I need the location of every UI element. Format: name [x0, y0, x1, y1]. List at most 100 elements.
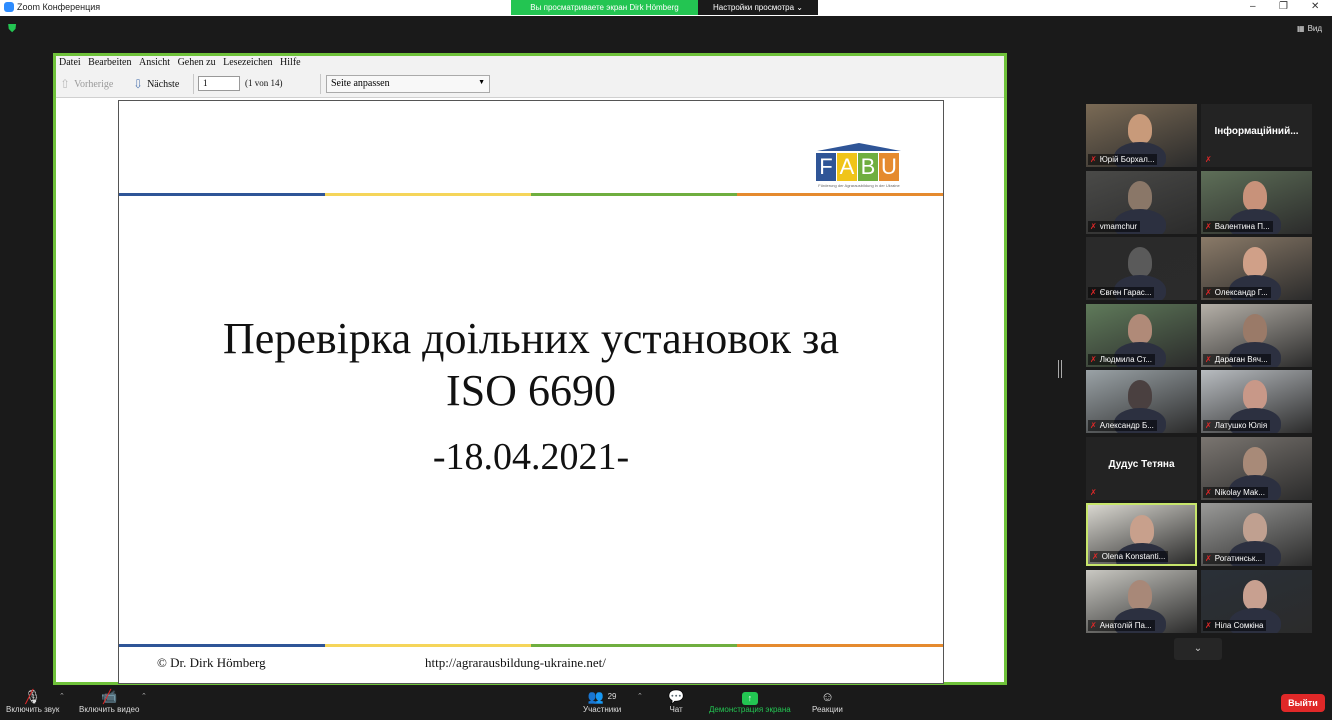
- menu-ansicht[interactable]: Ansicht: [139, 57, 170, 68]
- participant-tile[interactable]: ✗ Олександр Г...: [1201, 237, 1312, 300]
- zoom-select-value: Seite anpassen: [331, 78, 390, 89]
- participant-tile[interactable]: ✗ Nikolay Mak...: [1201, 436, 1312, 500]
- participant-tile[interactable]: ✗ Юрій Борхал...: [1086, 104, 1197, 167]
- maximize-button[interactable]: ❐: [1279, 1, 1288, 12]
- participant-name: Дудус Тетяна: [1108, 458, 1175, 470]
- participant-name: Валентина П...: [1214, 221, 1270, 231]
- participant-face: [1243, 247, 1267, 277]
- menu-gehen-zu[interactable]: Gehen zu: [178, 57, 216, 68]
- participant-name-tag: ✗ vmamchur: [1088, 220, 1141, 232]
- start-video-button[interactable]: 📹 ╱ Включить видео: [79, 688, 139, 714]
- video-options-caret-icon[interactable]: ⌃: [141, 692, 147, 700]
- participant-name: Юрій Борхал...: [1099, 155, 1155, 164]
- participant-face: [1243, 579, 1267, 610]
- participant-face: [1128, 180, 1152, 211]
- view-options-button[interactable]: Настройки просмотра ⌄: [698, 0, 818, 15]
- participant-tile[interactable]: ✗ Валентина П...: [1201, 170, 1312, 234]
- participants-button[interactable]: 👥 29 Участники: [583, 688, 621, 714]
- participant-name: Nikolay Mak...: [1214, 487, 1265, 497]
- mic-muted-icon: ✗: [1090, 221, 1097, 231]
- mic-muted-icon: ✗: [1090, 421, 1097, 430]
- window-title: Zoom Конференция: [17, 2, 101, 12]
- participant-tile[interactable]: Інформаційний... ✗: [1201, 104, 1312, 167]
- toolbar-divider: [320, 74, 321, 94]
- stripe-segment: [737, 193, 943, 196]
- participant-name: Людмила Ст...: [1099, 354, 1152, 364]
- view-button-label: Вид: [1307, 24, 1323, 33]
- arrow-down-icon: ⇩: [133, 77, 144, 91]
- participant-face: [1128, 313, 1152, 344]
- menu-bearbeiten[interactable]: Bearbeiten: [88, 57, 131, 68]
- participant-name: Дараган Вяч...: [1214, 354, 1268, 364]
- mic-muted-icon: ✗: [1205, 620, 1212, 630]
- view-button[interactable]: ▦ Вид: [1297, 24, 1322, 33]
- menu-lesezeichen[interactable]: Lesezeichen: [223, 57, 272, 68]
- page-number-input[interactable]: 1: [198, 76, 240, 91]
- leave-button[interactable]: Выйти: [1281, 694, 1325, 712]
- stripe-segment: [325, 193, 531, 196]
- participant-tile[interactable]: ✗ Olena Konstanti...: [1086, 503, 1197, 566]
- participant-name: Рогатинськ...: [1214, 554, 1263, 563]
- logo-letter: A: [837, 153, 857, 181]
- stripe-segment: [531, 193, 737, 196]
- meeting-controls: 🎙 ╱ Включить звук ⌃ 📹 ╱ Включить видео ⌃ 👥…: [0, 686, 1332, 720]
- share-screen-button[interactable]: ↑ Демонстрация экрана: [709, 688, 791, 714]
- zoom-select[interactable]: Seite anpassen ▼: [326, 75, 490, 93]
- menu-datei[interactable]: Datei: [59, 57, 81, 68]
- participants-label: Участники: [583, 705, 622, 714]
- participant-name: Олександр Г...: [1214, 288, 1268, 297]
- participant-face: [1128, 579, 1152, 610]
- shield-icon[interactable]: ⛊: [8, 23, 20, 35]
- arrow-up-icon: ⇧: [60, 77, 71, 91]
- participant-name-tag: ✗ Olena Konstanti...: [1090, 551, 1169, 562]
- participant-tile[interactable]: ✗ Рогатинськ...: [1201, 503, 1312, 566]
- sharing-banner: Вы просматриваете экран Dirk Hömberg: [511, 0, 698, 15]
- participant-tile[interactable]: ✗ Ніла Сомкіна: [1201, 569, 1312, 633]
- menu-hilfe[interactable]: Hilfe: [280, 57, 301, 68]
- logo-letter: F: [816, 153, 836, 181]
- participant-tile[interactable]: ✗ Євген Гарас...: [1086, 237, 1197, 300]
- mic-muted-icon: ✗: [1205, 487, 1212, 497]
- participant-name-tag: ✗ Олександр Г...: [1203, 287, 1271, 298]
- participant-tile[interactable]: ✗ Дараган Вяч...: [1201, 303, 1312, 367]
- participant-tile[interactable]: ✗ Латушко Юлія: [1201, 370, 1312, 433]
- close-button[interactable]: ✕: [1311, 1, 1319, 12]
- participant-face: [1243, 313, 1267, 344]
- previous-page-button[interactable]: ⇧ Vorherige: [60, 77, 113, 92]
- participant-name: Латушко Юлія: [1214, 421, 1268, 430]
- mic-muted-icon: ✗: [1205, 155, 1212, 164]
- splitter-handle[interactable]: [1058, 360, 1062, 378]
- viewer-menubar: Datei Bearbeiten Ansicht Gehen zu Leseze…: [56, 56, 1004, 70]
- participant-name: vmamchur: [1099, 221, 1138, 231]
- slide-title: Перевірка доільних установок за ISO 6690: [119, 313, 943, 417]
- participant-name-tag: ✗ Латушко Юлія: [1203, 420, 1271, 431]
- mic-muted-icon: ✗: [1205, 221, 1212, 231]
- unmute-button[interactable]: 🎙 ╱ Включить звук: [6, 688, 59, 714]
- participant-face: [1243, 380, 1267, 410]
- mic-muted-icon: ✗: [1205, 354, 1212, 364]
- next-page-button[interactable]: ⇩ Nächste: [133, 77, 179, 92]
- participant-tile[interactable]: ✗ Анатолій Па...: [1086, 569, 1197, 633]
- reactions-icon: ☺: [820, 689, 835, 704]
- participant-tile[interactable]: Дудус Тетяна ✗: [1086, 436, 1197, 500]
- chevron-down-icon: ⌄: [1193, 643, 1203, 654]
- participant-tile[interactable]: ✗ Александр Б...: [1086, 370, 1197, 433]
- mic-muted-icon: ✗: [1090, 487, 1097, 497]
- participant-face: [1243, 446, 1267, 477]
- participant-tile[interactable]: ✗ Людмила Ст...: [1086, 303, 1197, 367]
- minimize-button[interactable]: –: [1250, 1, 1256, 12]
- reactions-button[interactable]: ☺ Реакции: [812, 688, 843, 714]
- participant-name-tag: ✗ Ніла Сомкіна: [1203, 619, 1267, 631]
- dropdown-caret-icon: ▼: [478, 78, 485, 86]
- toolbar-divider: [193, 74, 194, 94]
- slide-copyright: © Dr. Dirk Hömberg: [157, 655, 266, 670]
- participant-tile[interactable]: ✗ vmamchur: [1086, 170, 1197, 234]
- slide-title-line2: ISO 6690: [446, 366, 616, 415]
- audio-options-caret-icon[interactable]: ⌃: [59, 692, 65, 700]
- participants-options-caret-icon[interactable]: ⌃: [637, 692, 643, 700]
- participants-count: 29: [607, 692, 617, 701]
- chat-button[interactable]: 💬 Чат: [668, 688, 684, 714]
- share-screen-label: Демонстрация экрана: [709, 705, 791, 714]
- gallery-next-button[interactable]: ⌄: [1174, 638, 1222, 660]
- mic-muted-icon: ✗: [1090, 620, 1097, 630]
